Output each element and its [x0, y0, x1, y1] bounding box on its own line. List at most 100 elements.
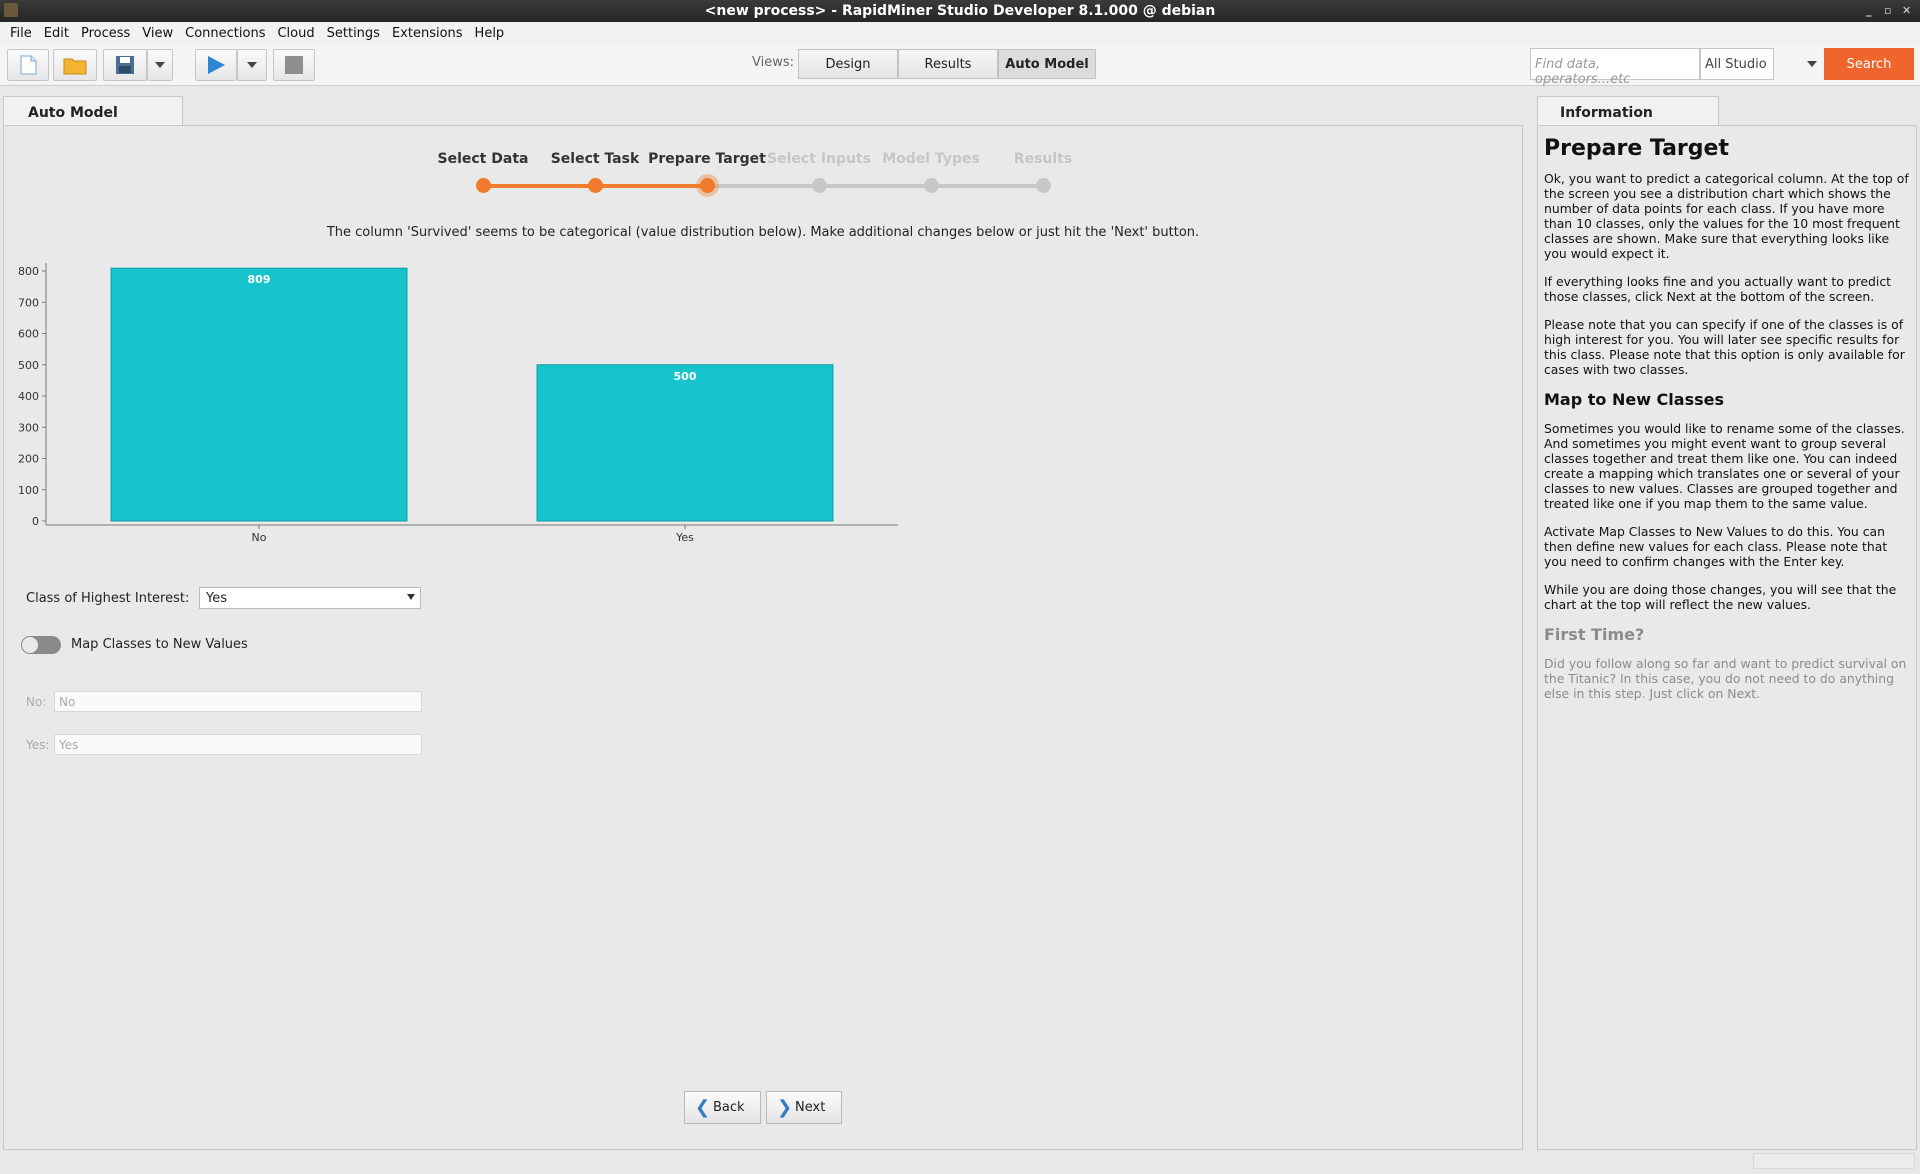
step-dot-select-data	[476, 178, 491, 193]
y-tick-label: 200	[18, 453, 39, 466]
map-yes-label: Yes:	[26, 738, 50, 752]
next-button[interactable]: ❯ Next	[766, 1091, 842, 1124]
distribution-chart: 0 100 200 300 400 500 600 700 800 809 No 500 Yes	[18, 263, 898, 544]
info-paragraph: Sometimes you would like to rename some …	[1544, 421, 1905, 511]
class-interest-value: Yes	[206, 591, 227, 606]
y-tick-label: 400	[18, 390, 39, 403]
x-tick-label: Yes	[675, 531, 694, 544]
x-tick-label: No	[252, 531, 267, 544]
search-input[interactable]: Find data, operators...etc	[1530, 48, 1700, 87]
search-scope-value: All Studio	[1705, 57, 1767, 72]
step-dot-results	[1036, 178, 1051, 193]
step-dot-select-inputs	[812, 178, 827, 193]
step-model-types: Model Types	[882, 151, 980, 167]
play-icon	[208, 56, 225, 74]
chevron-left-icon: ❮	[695, 1097, 711, 1118]
bar-yes	[536, 364, 834, 522]
info-paragraph: Ok, you want to predict a categorical co…	[1544, 171, 1909, 261]
tab-information[interactable]: Information	[1537, 96, 1719, 126]
app-icon	[4, 3, 18, 17]
y-tick-label: 800	[18, 265, 39, 278]
info-title: Prepare Target	[1544, 136, 1729, 161]
menu-view[interactable]: View	[136, 26, 179, 41]
window-title-bar: <new process> - RapidMiner Studio Develo…	[0, 0, 1920, 22]
step-select-inputs: Select Inputs	[767, 151, 871, 167]
info-heading-first-time: First Time?	[1544, 625, 1645, 644]
step-prepare-target[interactable]: Prepare Target	[647, 151, 767, 167]
step-results: Results	[1013, 151, 1073, 167]
save-icon	[116, 56, 134, 74]
bar-value-label: 809	[248, 273, 271, 286]
bar-value-label: 500	[674, 370, 697, 383]
y-tick-label: 700	[18, 296, 39, 309]
search-scope-dropdown[interactable]: All Studio	[1700, 48, 1817, 80]
new-process-button[interactable]	[7, 49, 49, 81]
info-paragraph: Activate Map Classes to New Values to do…	[1544, 524, 1888, 569]
chevron-down-icon	[155, 62, 165, 68]
menu-settings[interactable]: Settings	[321, 26, 386, 41]
run-button[interactable]	[195, 49, 237, 81]
new-file-icon	[20, 55, 37, 75]
menu-process[interactable]: Process	[75, 26, 136, 41]
info-paragraph: Did you follow along so far and want to …	[1544, 656, 1907, 701]
step-dot-prepare-target	[700, 178, 715, 193]
search-button[interactable]: Search	[1824, 48, 1914, 80]
info-paragraph: While you are doing those changes, you w…	[1544, 582, 1897, 612]
y-tick-label: 600	[18, 328, 39, 341]
tab-auto-model[interactable]: Auto Model	[3, 96, 183, 126]
class-interest-select[interactable]: Yes	[199, 587, 421, 609]
menu-bar: File Edit Process View Connections Cloud…	[0, 22, 1920, 44]
stop-icon	[285, 56, 303, 74]
run-options-button[interactable]	[237, 49, 267, 81]
menu-help[interactable]: Help	[469, 26, 511, 41]
info-paragraph: Please note that you can specify if one …	[1544, 317, 1905, 377]
map-no-field[interactable]: No	[54, 691, 422, 712]
step-select-task[interactable]: Select Task	[535, 151, 655, 167]
view-results-button[interactable]: Results	[898, 49, 998, 79]
view-design-button[interactable]: Design	[798, 49, 898, 79]
map-classes-toggle[interactable]	[21, 636, 61, 654]
map-yes-field[interactable]: Yes	[54, 734, 422, 755]
back-button[interactable]: ❮ Back	[684, 1091, 761, 1124]
y-tick-label: 0	[32, 515, 39, 528]
y-tick-label: 100	[18, 484, 39, 497]
chevron-down-icon	[247, 62, 257, 68]
next-label: Next	[795, 1100, 826, 1115]
chevron-down-icon	[407, 594, 415, 600]
views-label: Views:	[752, 55, 795, 70]
menu-file[interactable]: File	[4, 26, 38, 41]
close-icon[interactable]: ✕	[1902, 0, 1911, 22]
map-classes-label: Map Classes to New Values	[71, 637, 248, 652]
minimize-icon[interactable]: _	[1866, 0, 1872, 22]
chevron-right-icon: ❯	[777, 1097, 793, 1118]
back-label: Back	[713, 1100, 745, 1115]
chevron-down-icon	[1807, 61, 1817, 67]
step-dot-model-types	[924, 178, 939, 193]
save-options-button[interactable]	[147, 49, 173, 81]
info-paragraph: If everything looks fine and you actuall…	[1544, 274, 1892, 304]
step-select-data[interactable]: Select Data	[423, 151, 543, 167]
menu-edit[interactable]: Edit	[38, 26, 75, 41]
information-panel: Prepare Target Ok, you want to predict a…	[1537, 125, 1917, 1150]
menu-cloud[interactable]: Cloud	[271, 26, 320, 41]
y-tick-label: 500	[18, 359, 39, 372]
info-heading-map: Map to New Classes	[1544, 390, 1724, 409]
folder-icon	[63, 58, 87, 75]
menu-extensions[interactable]: Extensions	[386, 26, 469, 41]
bar-no	[110, 267, 408, 522]
y-tick-label: 300	[18, 421, 39, 434]
save-button[interactable]	[103, 49, 147, 81]
target-message: The column 'Survived' seems to be catego…	[326, 225, 1200, 240]
view-auto-model-button[interactable]: Auto Model	[998, 49, 1096, 79]
step-progress-remaining	[707, 184, 1043, 188]
class-interest-label: Class of Highest Interest:	[26, 591, 190, 606]
maximize-icon[interactable]: ▫	[1884, 0, 1891, 22]
window-title: <new process> - RapidMiner Studio Develo…	[704, 3, 1216, 19]
menu-connections[interactable]: Connections	[179, 26, 271, 41]
map-no-label: No:	[26, 695, 47, 709]
step-dot-select-task	[588, 178, 603, 193]
status-bar	[1753, 1153, 1915, 1169]
stop-button[interactable]	[273, 49, 315, 81]
open-process-button[interactable]	[53, 49, 97, 81]
toggle-knob	[22, 637, 38, 653]
